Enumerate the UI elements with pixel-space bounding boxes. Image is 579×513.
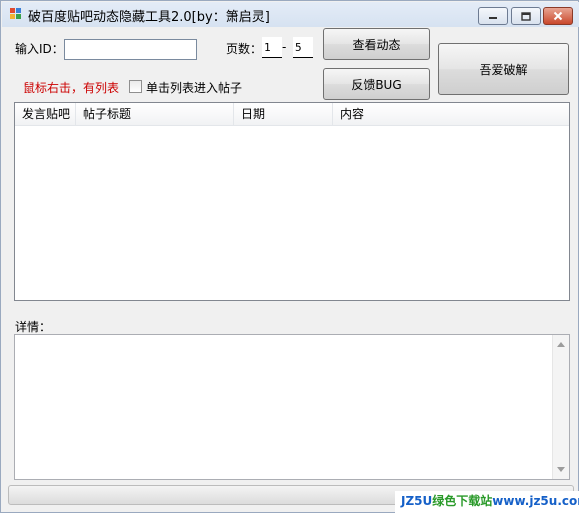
checkbox-label[interactable]: 单击列表进入帖子 xyxy=(146,79,242,96)
app-icon xyxy=(10,8,22,20)
maximize-icon xyxy=(521,11,531,21)
column-header-tieba[interactable]: 发言贴吧 xyxy=(15,103,76,126)
detail-textarea[interactable] xyxy=(14,334,570,480)
page-to-input[interactable] xyxy=(293,37,313,58)
maximize-button[interactable] xyxy=(511,7,541,25)
detail-scrollbar[interactable] xyxy=(552,335,569,479)
column-header-content[interactable]: 内容 xyxy=(333,103,569,126)
column-header-date[interactable]: 日期 xyxy=(234,103,333,126)
minimize-button[interactable] xyxy=(478,7,508,25)
right-click-hint: 鼠标右击，有列表 xyxy=(23,81,120,95)
pages-label: 页数： xyxy=(226,42,263,56)
minimize-icon xyxy=(489,17,497,19)
scroll-up-icon[interactable] xyxy=(557,342,565,347)
close-button[interactable] xyxy=(543,7,573,25)
watermark-site-name: 绿色下载站 xyxy=(432,494,493,508)
id-input[interactable] xyxy=(64,39,197,60)
watermark-url: www.jz5u.com xyxy=(492,494,579,508)
click-list-open-post-checkbox[interactable] xyxy=(129,80,142,93)
id-label: 输入ID： xyxy=(15,42,64,56)
list-header: 发言贴吧 帖子标题 日期 内容 xyxy=(15,103,569,126)
view-dynamics-button[interactable]: 查看动态 xyxy=(323,28,430,60)
watermark-brand: JZ5U xyxy=(401,494,433,508)
scroll-down-icon[interactable] xyxy=(557,467,565,472)
site-watermark: JZ5U绿色下载站www.jz5u.com xyxy=(395,491,579,513)
woai-pojie-button[interactable]: 吾爱破解 xyxy=(438,43,569,95)
column-header-title[interactable]: 帖子标题 xyxy=(76,103,234,126)
app-window: 破百度贴吧动态隐藏工具2.0[by：箫启灵] 输入ID： 页数： - 查看动态 … xyxy=(0,0,579,513)
page-range-dash: - xyxy=(282,40,287,54)
title-bar[interactable]: 破百度贴吧动态隐藏工具2.0[by：箫启灵] xyxy=(2,2,579,27)
posts-list-view[interactable]: 发言贴吧 帖子标题 日期 内容 xyxy=(14,102,570,301)
page-from-input[interactable] xyxy=(262,37,282,58)
detail-label: 详情： xyxy=(15,320,52,334)
window-title: 破百度贴吧动态隐藏工具2.0[by：箫启灵] xyxy=(28,10,270,25)
close-icon xyxy=(553,11,563,21)
feedback-bug-button[interactable]: 反馈BUG xyxy=(323,68,430,100)
